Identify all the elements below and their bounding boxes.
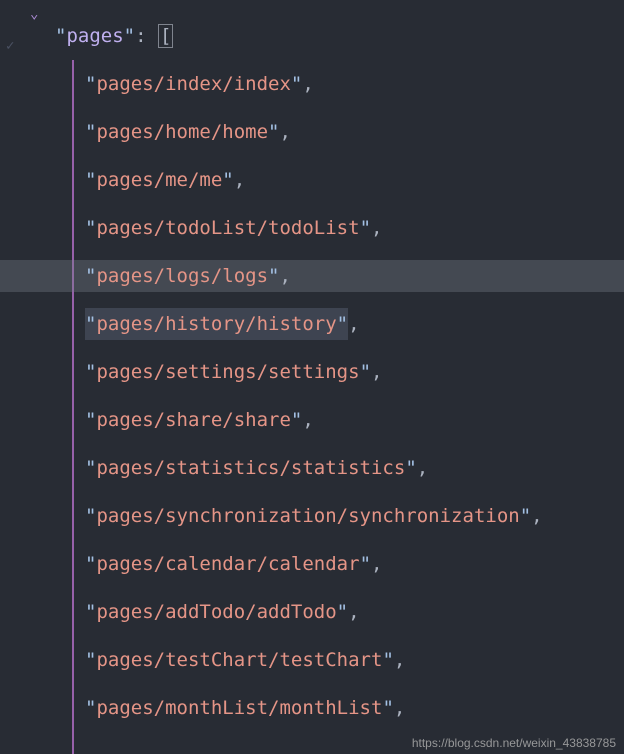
code-editor[interactable]: ⌄ ✓ "pages": [ "pages/index/index","page… bbox=[0, 0, 624, 724]
code-line-entry[interactable]: "pages/settings/settings", bbox=[0, 356, 624, 388]
comma: , bbox=[234, 165, 245, 195]
bracket-open: [ bbox=[158, 24, 173, 49]
quote: " bbox=[222, 165, 233, 195]
comma: , bbox=[394, 645, 405, 675]
code-line-entry[interactable]: "pages/me/me", bbox=[0, 164, 624, 196]
quote: " bbox=[85, 645, 96, 675]
quote: " bbox=[360, 357, 371, 387]
comma: , bbox=[531, 501, 542, 531]
watermark-text: https://blog.csdn.net/weixin_43838785 bbox=[412, 736, 616, 750]
quote: " bbox=[85, 313, 96, 335]
json-array-entries: "pages/index/index","pages/home/home","p… bbox=[0, 52, 624, 724]
quote: " bbox=[337, 313, 348, 335]
comma: , bbox=[348, 597, 359, 627]
comma: , bbox=[280, 261, 291, 291]
json-string-value: pages/synchronization/synchronization bbox=[96, 501, 519, 531]
json-string-value: pages/index/index bbox=[96, 69, 290, 99]
comma: , bbox=[394, 693, 405, 723]
code-line-entry[interactable]: "pages/statistics/statistics", bbox=[0, 452, 624, 484]
code-line-entry[interactable]: "pages/logs/logs", bbox=[0, 260, 624, 292]
code-line-entry[interactable]: "pages/synchronization/synchronization", bbox=[0, 500, 624, 532]
quote: " bbox=[85, 117, 96, 147]
code-line-entry[interactable]: "pages/index/index", bbox=[0, 68, 624, 100]
colon: : bbox=[135, 21, 158, 51]
quote: " bbox=[382, 693, 393, 723]
quote: " bbox=[291, 69, 302, 99]
code-line-entry[interactable]: "pages/testChart/testChart", bbox=[0, 644, 624, 676]
quote: " bbox=[520, 501, 531, 531]
comma: , bbox=[348, 309, 359, 339]
comma: , bbox=[302, 69, 313, 99]
quote: " bbox=[291, 405, 302, 435]
quote: " bbox=[85, 165, 96, 195]
quote: " bbox=[337, 597, 348, 627]
comma: , bbox=[371, 357, 382, 387]
json-string-value: pages/settings/settings bbox=[96, 357, 359, 387]
code-line-entry[interactable]: "pages/calendar/calendar", bbox=[0, 548, 624, 580]
json-string-value: pages/todoList/todoList bbox=[96, 213, 359, 243]
quote: " bbox=[382, 645, 393, 675]
json-string-value: pages/calendar/calendar bbox=[96, 549, 359, 579]
quote: " bbox=[85, 693, 96, 723]
quote: " bbox=[124, 21, 135, 51]
json-string-value: pages/me/me bbox=[96, 165, 222, 195]
quote: " bbox=[85, 549, 96, 579]
code-line-entry[interactable]: "pages/share/share", bbox=[0, 404, 624, 436]
json-string-value: pages/share/share bbox=[96, 405, 290, 435]
comma: , bbox=[280, 117, 291, 147]
code-line-entry[interactable]: "pages/monthList/monthList", bbox=[0, 692, 624, 724]
json-string-value: pages/testChart/testChart bbox=[96, 645, 382, 675]
code-line-entry[interactable]: "pages/history/history", bbox=[0, 308, 624, 340]
quote: " bbox=[85, 597, 96, 627]
quote: " bbox=[360, 549, 371, 579]
quote: " bbox=[55, 21, 66, 51]
code-line-entry[interactable]: "pages/todoList/todoList", bbox=[0, 212, 624, 244]
quote: " bbox=[268, 117, 279, 147]
comma: , bbox=[302, 405, 313, 435]
text-selection: "pages/history/history" bbox=[85, 308, 348, 340]
code-line-entry[interactable]: "pages/addTodo/addTodo", bbox=[0, 596, 624, 628]
quote: " bbox=[85, 213, 96, 243]
quote: " bbox=[268, 261, 279, 291]
json-string-value: pages/home/home bbox=[96, 117, 268, 147]
quote: " bbox=[85, 261, 96, 291]
json-string-value: pages/logs/logs bbox=[96, 261, 268, 291]
json-key: pages bbox=[66, 21, 123, 51]
quote: " bbox=[405, 453, 416, 483]
comma: , bbox=[371, 213, 382, 243]
json-string-value: pages/addTodo/addTodo bbox=[96, 597, 336, 627]
json-string-value: pages/history/history bbox=[96, 313, 336, 335]
json-string-value: pages/statistics/statistics bbox=[96, 453, 405, 483]
code-line-key[interactable]: "pages": [ bbox=[0, 20, 624, 52]
quote: " bbox=[85, 405, 96, 435]
quote: " bbox=[360, 213, 371, 243]
quote: " bbox=[85, 69, 96, 99]
quote: " bbox=[85, 501, 96, 531]
comma: , bbox=[417, 453, 428, 483]
json-string-value: pages/monthList/monthList bbox=[96, 693, 382, 723]
code-line-entry[interactable]: "pages/home/home", bbox=[0, 116, 624, 148]
quote: " bbox=[85, 357, 96, 387]
quote: " bbox=[85, 453, 96, 483]
comma: , bbox=[371, 549, 382, 579]
